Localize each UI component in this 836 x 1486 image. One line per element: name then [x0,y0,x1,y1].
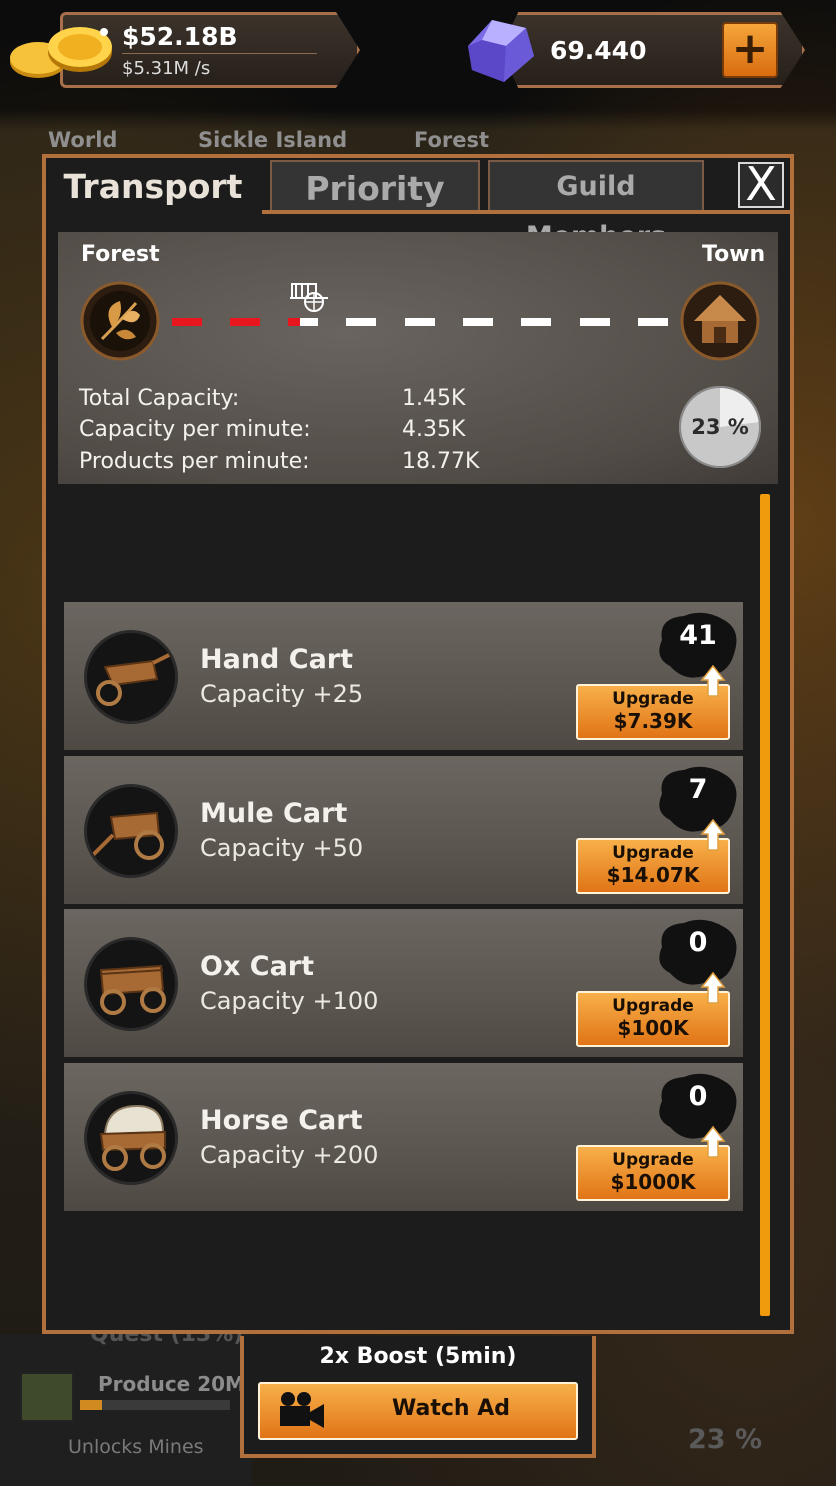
tab-underline [262,210,790,214]
list-scrollbar[interactable] [760,494,770,1316]
upgrade-cost: $7.39K [613,709,693,733]
capacity-pie-label: 23 % [691,415,749,439]
coins-icon [10,27,112,78]
stat-total-capacity-label: Total Capacity: [79,386,240,411]
quest-progress-bar [80,1400,230,1410]
route-panel [58,232,778,484]
cart-card-hand: Hand Cart Capacity +25 41 Upgrade $7.39K [64,602,743,750]
quest-task: Produce 20M [98,1372,245,1396]
route-from-label: Forest [81,242,160,267]
stat-products-per-minute-label: Products per minute: [79,449,310,474]
stat-total-capacity-value: 1.45K [402,386,466,411]
stat-capacity-per-minute-value: 4.35K [402,417,466,442]
cart-capacity: Capacity +25 [200,680,364,708]
money-value: $52.18B [122,22,238,51]
route-dash [638,318,668,326]
breadcrumb-forest[interactable]: Forest [414,128,489,152]
background-percent: 23 % [688,1424,763,1455]
cart-name: Ox Cart [200,951,315,982]
upgrade-cost: $100K [617,1016,689,1040]
tab-priority[interactable]: Priority [270,160,480,212]
town-house-icon [680,281,760,361]
route-dash [346,318,376,326]
cart-level: 0 [688,927,708,958]
breadcrumb-world[interactable]: World [48,128,117,152]
upgrade-arrow-icon [700,664,726,697]
upgrade-arrow-icon [700,971,726,1004]
cart-level: 0 [688,1081,708,1112]
cart-name: Mule Cart [200,798,348,829]
quest-progress-fill [80,1400,102,1410]
route-dash-progress [230,318,260,326]
quest-unlocks: Unlocks Mines [68,1436,204,1458]
mule-cart-icon [84,784,178,878]
boost-title: 2x Boost (5min) [319,1344,517,1369]
upgrade-cost: $1000K [610,1170,696,1194]
route-dash [405,318,435,326]
route-dash [580,318,610,326]
route-to-label: Town [702,242,766,267]
route-dash-progress [172,318,202,326]
cart-card-ox: Ox Cart Capacity +100 0 Upgrade $100K [64,909,743,1057]
gem-icon [468,20,534,82]
route-dash [521,318,551,326]
breadcrumb-sickle-island[interactable]: Sickle Island [198,128,347,152]
gem-value: 69.440 [550,36,647,65]
money-divider [122,53,317,54]
moving-cart-icon [290,283,328,312]
forest-leaf-icon [80,281,160,361]
cart-name: Horse Cart [200,1105,363,1136]
cart-capacity: Capacity +200 [200,1141,379,1169]
money-rate: $5.31M /s [122,58,211,79]
route-dash [463,318,493,326]
cart-level: 7 [688,774,708,805]
stat-capacity-per-minute-label: Capacity per minute: [79,417,311,442]
cart-card-horse: Horse Cart Capacity +200 0 Upgrade $1000… [64,1063,743,1211]
hand-cart-icon [84,630,178,724]
tab-guild-members[interactable]: Guild Members [488,160,704,252]
upgrade-arrow-icon [700,818,726,851]
close-button[interactable]: X [738,161,784,208]
cart-capacity: Capacity +100 [200,987,379,1015]
ox-cart-icon [84,937,178,1031]
quest-thumbnail [20,1372,74,1422]
upgrade-arrow-icon [700,1125,726,1158]
upgrade-cost: $14.07K [606,863,700,887]
cart-capacity: Capacity +50 [200,834,364,862]
cart-level: 41 [679,620,717,651]
cart-card-mule: Mule Cart Capacity +50 7 Upgrade $14.07K [64,756,743,904]
cart-name: Hand Cart [200,644,354,675]
tab-transport[interactable]: Transport [48,160,258,212]
watch-ad-label: Watch Ad [392,1396,510,1421]
route-dash-current [288,318,318,326]
stat-products-per-minute-value: 18.77K [402,449,480,474]
add-gems-button[interactable]: + [722,22,778,78]
horse-cart-icon [84,1091,178,1185]
